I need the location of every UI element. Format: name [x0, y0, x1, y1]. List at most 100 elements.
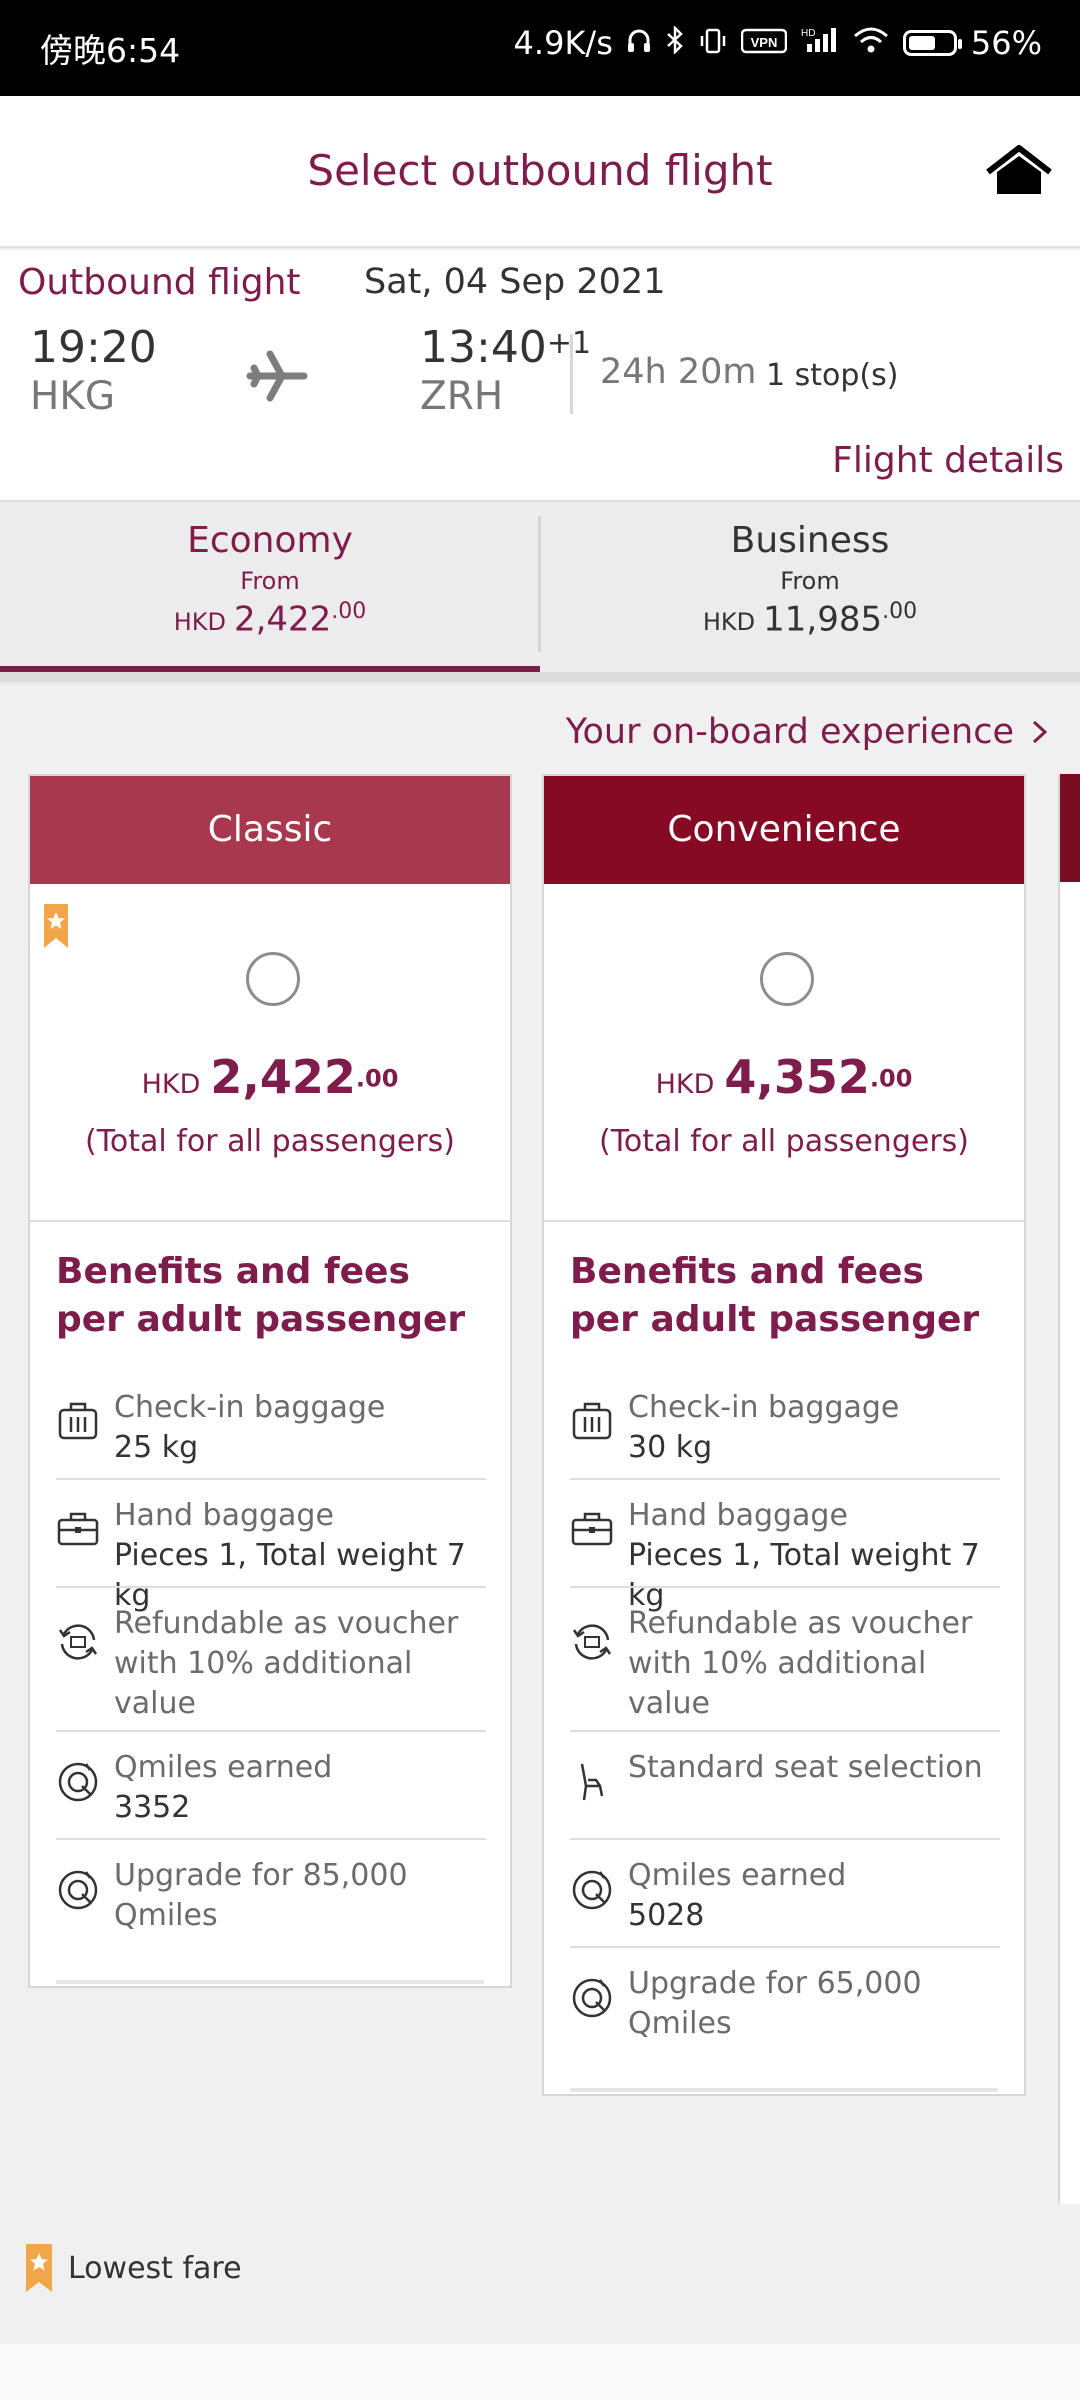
benefit-label: Hand baggage	[628, 1498, 848, 1533]
arrival-code: ZRH	[420, 374, 504, 419]
decimals: .00	[355, 1064, 399, 1093]
refund-icon	[58, 1624, 98, 1660]
tab-business-from: From	[780, 567, 840, 595]
status-time: 傍晚6:54	[40, 31, 181, 70]
tab-business[interactable]: Business From HKD 11,985.00	[540, 502, 1080, 670]
headphones-icon	[627, 24, 651, 62]
onboard-experience-label: Your on-board experience	[565, 712, 1014, 752]
status-bar: 傍晚6:54 4.9K/s VPN HD 56%	[0, 0, 1080, 96]
briefcase-icon	[57, 1512, 99, 1546]
benefit-label: Check-in baggage	[628, 1390, 900, 1425]
flight-summary: Outbound flight Sat, 04 Sep 2021 19:20 H…	[0, 250, 1080, 500]
qmiles-icon	[58, 1762, 98, 1802]
battery-icon	[902, 30, 962, 56]
qmiles-icon	[58, 1870, 98, 1910]
tab-economy-name: Economy	[187, 520, 353, 561]
fare-total-note: (Total for all passengers)	[84, 1124, 455, 1159]
status-icons: 4.9K/s VPN HD 56%	[514, 24, 1042, 62]
lowest-fare-legend: Lowest fare	[26, 2244, 242, 2292]
card-bottom-bar	[570, 2088, 998, 2092]
benefit-label: Qmiles earned	[628, 1858, 847, 1893]
fare-name: Convenience	[544, 776, 1024, 884]
bottom-area	[0, 2344, 1080, 2400]
wifi-icon	[853, 24, 889, 62]
amount: 2,422	[233, 599, 332, 640]
benefit-divider	[570, 1478, 1000, 1480]
benefit-divider	[56, 1838, 486, 1840]
fare-card-classic[interactable]: Classic HKD 2,422.00 (Total for all passe…	[28, 774, 512, 1988]
fare-card-convenience[interactable]: Convenience HKD 4,352.00 (Total for all p…	[542, 774, 1026, 2096]
signal-icon: HD	[801, 24, 839, 62]
benefit-divider	[570, 1586, 1000, 1588]
benefits-title: Benefits and fees per adult passenger	[56, 1251, 466, 1340]
svg-text:VPN: VPN	[751, 35, 778, 50]
benefit-label: Refundable as voucher with 10% additiona…	[628, 1606, 973, 1721]
tab-business-price: HKD 11,985.00	[540, 599, 1080, 639]
flight-duration: 24h 20m	[600, 352, 757, 392]
benefits-title: Benefits and fees per adult passenger	[570, 1251, 980, 1340]
fare-total-note: (Total for all passengers)	[598, 1124, 969, 1159]
airplane-icon	[246, 350, 308, 402]
decimals: .00	[869, 1064, 913, 1093]
benefit-divider	[570, 1730, 1000, 1732]
benefit-label: Standard seat selection	[628, 1750, 983, 1785]
benefit-label: Check-in baggage	[114, 1390, 386, 1425]
battery-percent: 56%	[970, 24, 1042, 62]
benefit-value: 30 kg	[628, 1430, 713, 1465]
benefit-value: 25 kg	[114, 1430, 199, 1465]
fare-radio-button[interactable]	[760, 952, 814, 1006]
tab-business-name: Business	[730, 520, 890, 561]
fare-radio-button[interactable]	[246, 952, 300, 1006]
card-separator	[30, 1220, 510, 1222]
qmiles-icon	[572, 1978, 612, 2018]
benefit-divider	[56, 1586, 486, 1588]
luggage-icon	[58, 1402, 98, 1440]
onboard-experience-link[interactable]: Your on-board experience	[566, 712, 1052, 752]
currency: HKD	[141, 1069, 201, 1100]
seat-icon	[580, 1763, 604, 1801]
benefit-label: Refundable as voucher with 10% additiona…	[114, 1606, 459, 1721]
flight-details-link[interactable]: Flight details	[832, 440, 1064, 481]
flight-date: Sat, 04 Sep 2021	[364, 262, 666, 302]
refund-icon	[572, 1624, 612, 1660]
fare-price: HKD 2,422.00	[30, 1050, 510, 1104]
lowest-fare-ribbon-icon	[26, 2244, 52, 2292]
app-header: Select outbound flight	[0, 96, 1080, 248]
fare-card-next-header	[1060, 774, 1080, 882]
arrival-day-offset: +1	[546, 326, 592, 361]
chevron-right-icon	[1032, 720, 1048, 744]
benefit-label: Upgrade for 85,000 Qmiles	[114, 1858, 408, 1933]
arrival-time: 13:40	[420, 322, 547, 373]
benefit-divider	[56, 1730, 486, 1732]
decimals: .00	[882, 599, 918, 624]
currency: HKD	[702, 608, 756, 637]
benefit-value: 3352	[114, 1790, 191, 1825]
departure-time: 19:20	[30, 322, 157, 373]
benefit-label: Qmiles earned	[114, 1750, 333, 1785]
fare-name: Classic	[30, 776, 510, 884]
card-bottom-bar	[56, 1980, 484, 1984]
currency: HKD	[655, 1069, 715, 1100]
fare-price: HKD 4,352.00	[544, 1050, 1024, 1104]
lowest-fare-ribbon-icon	[44, 904, 68, 948]
departure-code: HKG	[30, 374, 116, 419]
tab-economy[interactable]: Economy From HKD 2,422.00	[0, 502, 540, 670]
amount: 4,352	[724, 1050, 870, 1104]
currency: HKD	[173, 608, 226, 637]
vibrate-icon	[699, 24, 727, 62]
luggage-icon	[572, 1402, 612, 1440]
card-separator	[544, 1220, 1024, 1222]
qmiles-icon	[572, 1870, 612, 1910]
vpn-icon: VPN	[740, 24, 788, 62]
page-title: Select outbound flight	[307, 146, 773, 195]
home-icon[interactable]	[984, 142, 1054, 202]
tab-bottom-border	[0, 672, 1080, 682]
amount: 2,422	[210, 1050, 356, 1104]
benefit-label: Upgrade for 65,000 Qmiles	[628, 1966, 922, 2041]
benefit-value: 5028	[628, 1898, 705, 1933]
tab-economy-price: HKD 2,422.00	[0, 599, 540, 639]
fare-card-next-peek[interactable]	[1058, 774, 1080, 2204]
benefit-divider	[570, 1838, 1000, 1840]
benefit-divider	[570, 1946, 1000, 1948]
benefit-divider	[56, 1478, 486, 1480]
